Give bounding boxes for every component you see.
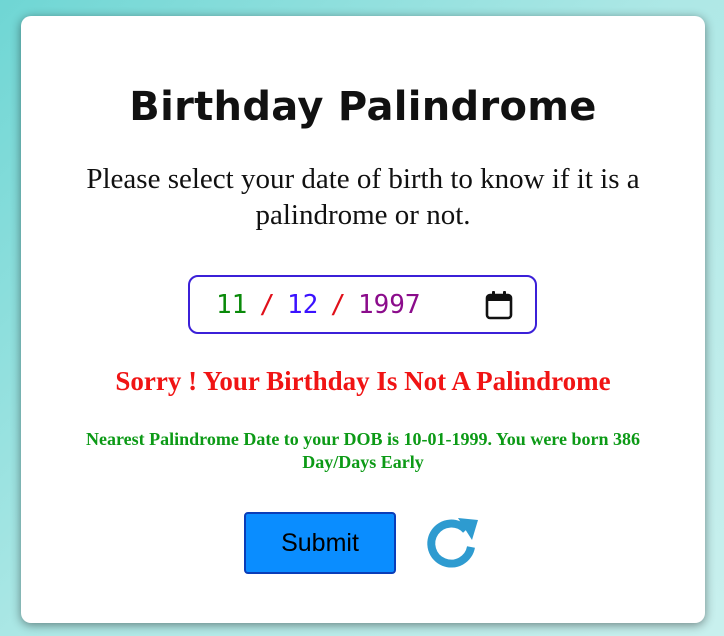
nearest-palindrome-message: Nearest Palindrome Date to your DOB is 1…	[86, 429, 640, 472]
date-month-segment[interactable]: 12	[287, 290, 318, 320]
dob-date-input[interactable]: 11 / 12 / 1997	[188, 275, 537, 334]
main-card: Birthday Palindrome Please select your d…	[21, 16, 705, 623]
date-separator: /	[330, 289, 346, 320]
calendar-icon[interactable]	[483, 289, 515, 321]
result-message: Sorry ! Your Birthday Is Not A Palindrom…	[115, 366, 611, 396]
refresh-icon[interactable]	[422, 514, 480, 572]
page-title: Birthday Palindrome	[129, 84, 597, 130]
date-year-segment[interactable]: 1997	[358, 290, 421, 320]
page-subtitle: Please select your date of birth to know…	[86, 163, 640, 231]
date-day-segment[interactable]: 11	[216, 290, 247, 320]
submit-button[interactable]: Submit	[244, 512, 396, 574]
date-separator: /	[259, 289, 275, 320]
